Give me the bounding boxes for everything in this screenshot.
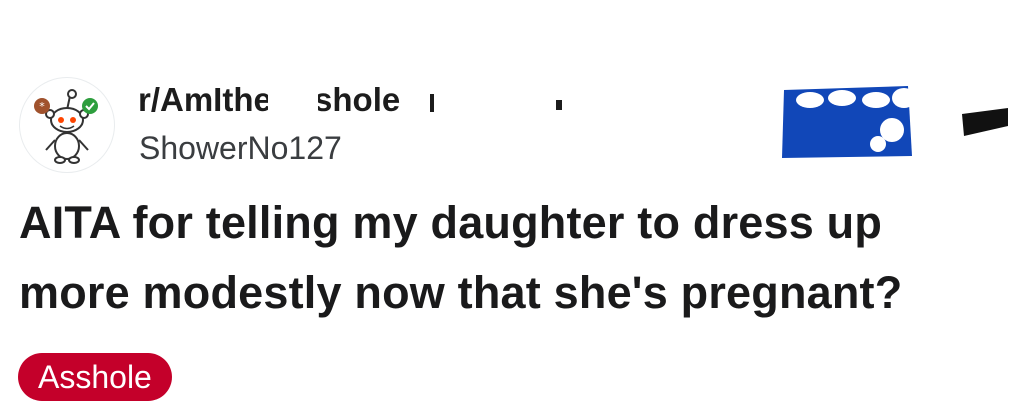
blue-scribble-redaction-icon [782,86,915,158]
snoo-avatar-icon: * [34,89,98,164]
black-scribble-redaction-icon [962,108,1008,136]
post-author[interactable]: ShowerNo127 [139,128,342,168]
user-avatar[interactable]: * [20,78,114,172]
reddit-post-header: * r/AmItheAsshole ShowerNo127 AITA for t… [0,0,1015,420]
redaction-mask [268,86,318,116]
redaction-mark [430,94,434,112]
redaction-mark [556,100,562,110]
post-flair-badge[interactable]: Asshole [18,353,172,401]
svg-text:*: * [39,100,45,113]
post-title[interactable]: AITA for telling my daughter to dress up… [19,188,999,328]
